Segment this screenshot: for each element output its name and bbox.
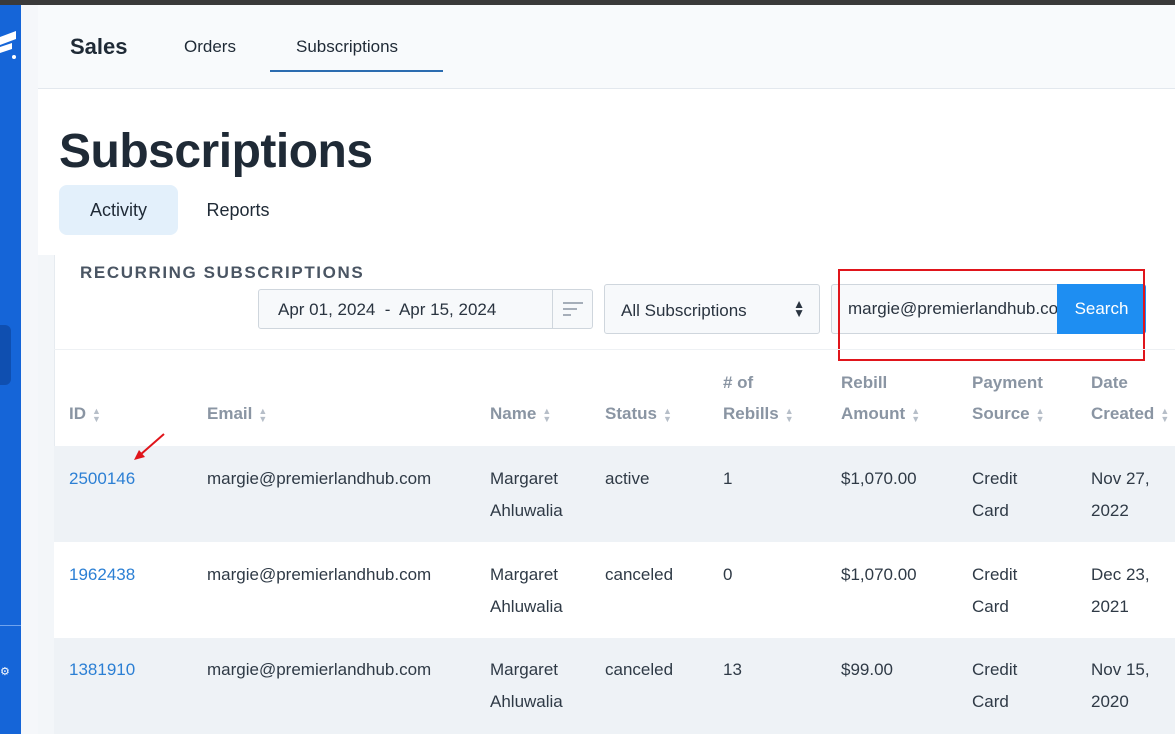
rebill-amount-cell: $99.00 [841,660,893,679]
table-row: 1381910 margie@premierlandhub.com Margar… [54,638,1175,734]
date-range-value: Apr 01, 2024 - Apr 15, 2024 [278,300,497,319]
column-header-label: Source [972,404,1030,423]
sort-arrows-icon[interactable]: ▲ ▼ [258,406,267,423]
table-top-divider [54,349,1175,350]
rebill-amount-cell: $1,070.00 [841,469,917,488]
payment-source-cell: Credit Card [972,559,1017,623]
sort-arrows-icon[interactable]: ▲ ▼ [1036,406,1045,423]
nav-tab-subscriptions[interactable]: Subscriptions [296,37,398,57]
name-cell: Margaret Ahluwalia [490,559,563,623]
subscription-filter-value: All Subscriptions [621,301,747,320]
column-header-label: # of [723,373,754,392]
sort-arrows-icon[interactable]: ▲ ▼ [92,406,101,423]
subscription-id-link[interactable]: 2500146 [69,463,135,495]
nav-brand[interactable]: Sales [70,34,128,60]
date-created-cell: Dec 23, 2021 [1091,559,1150,623]
column-header-label: ID [69,404,86,423]
date-created-line: 2021 [1091,597,1129,616]
date-range-picker[interactable]: Apr 01, 2024 - Apr 15, 2024 [258,289,593,329]
payment-source-line: Credit [972,565,1018,584]
payment-source-line: Card [972,692,1009,711]
sidebar-active-item[interactable] [0,325,11,385]
status-cell: active [605,469,650,488]
sort-arrows-icon[interactable]: ▲ ▼ [542,406,551,423]
sidebar-gutter [21,5,38,734]
name-first: Margaret [490,660,559,679]
rebill-amount-cell: $1,070.00 [841,565,917,584]
column-header-status[interactable]: Status ▲ ▼ [605,398,672,429]
column-header-label: Created [1091,404,1155,423]
payment-source-cell: Credit Card [972,463,1017,527]
table-row: 2500146 margie@premierlandhub.com Margar… [54,446,1175,542]
subscription-id-link[interactable]: 1962438 [69,559,135,591]
sort-arrows-icon[interactable]: ▲ ▼ [911,406,920,423]
rebills-cell: 0 [723,565,733,584]
sidebar-divider [0,625,21,626]
top-nav: Sales Orders Subscriptions [38,5,1175,89]
column-header-label: Rebill [841,373,888,392]
column-header-rebills[interactable]: # of Rebills ▲ ▼ [723,367,794,429]
date-created-cell: Nov 27, 2022 [1091,463,1150,527]
payment-source-line: Credit [972,660,1018,679]
date-created-cell: Nov 15, 2020 [1091,654,1150,718]
name-first: Margaret [490,469,559,488]
date-created-line: Nov 15, [1091,660,1150,679]
date-created-line: Dec 23, [1091,565,1150,584]
column-header-label: Rebills [723,404,779,423]
name-last: Ahluwalia [490,501,563,520]
name-last: Ahluwalia [490,692,563,711]
status-cell: canceled [605,565,674,584]
red-arrow-icon [134,433,165,460]
date-range-toggle[interactable] [552,290,592,328]
page-title: Subscriptions [59,125,373,178]
annotation-highlight-box [838,269,1145,361]
payment-source-line: Card [972,501,1009,520]
column-header-label: Email [207,404,253,423]
nav-active-underline [270,70,443,72]
column-header-label: Payment [972,373,1043,392]
date-created-line: Nov 27, [1091,469,1150,488]
column-header-label: Name [490,404,537,423]
email-cell: margie@premierlandhub.com [207,660,432,679]
name-last: Ahluwalia [490,597,563,616]
payment-source-cell: Credit Card [972,654,1017,718]
name-cell: Margaret Ahluwalia [490,463,563,527]
lines-icon [563,302,583,316]
subtab-reports[interactable]: Reports [190,185,286,235]
rebills-cell: 1 [723,469,733,488]
name-cell: Margaret Ahluwalia [490,654,563,718]
sidebar-settings-icon[interactable]: ⚙ [0,665,10,678]
column-header-rebill-amount[interactable]: Rebill Amount ▲ ▼ [841,367,920,429]
column-header-label: Status [605,404,657,423]
subtab-activity[interactable]: Activity [59,185,178,235]
name-first: Margaret [490,565,559,584]
subscription-id-link[interactable]: 1381910 [69,654,135,686]
subscription-filter-select[interactable]: All Subscriptions ▲ ▼ [604,284,820,334]
table-row: 1962438 margie@premierlandhub.com Margar… [54,542,1175,638]
payment-source-line: Card [972,597,1009,616]
sort-arrows-icon: ▲ ▼ [793,297,805,320]
email-cell: margie@premierlandhub.com [207,469,432,488]
sort-arrows-icon[interactable]: ▲ ▼ [1160,406,1169,423]
column-header-email[interactable]: Email ▲ ▼ [207,398,267,429]
column-header-id[interactable]: ID ▲ ▼ [69,398,101,429]
app-logo-icon[interactable] [0,29,18,63]
sort-arrows-icon[interactable]: ▲ ▼ [785,406,794,423]
app-sidebar: ⚙ [0,5,21,734]
column-header-label: Amount [841,404,906,423]
column-header-date-created[interactable]: Date Created ▲ ▼ [1091,367,1169,429]
sort-arrows-icon[interactable]: ▲ ▼ [663,406,672,423]
status-cell: canceled [605,660,674,679]
payment-source-line: Credit [972,469,1018,488]
section-label: RECURRING SUBSCRIPTIONS [80,263,365,282]
column-header-name[interactable]: Name ▲ ▼ [490,398,551,429]
date-created-line: 2020 [1091,692,1129,711]
column-header-label: Date [1091,373,1128,392]
column-header-payment-source[interactable]: Payment Source ▲ ▼ [972,367,1045,429]
rebills-cell: 13 [723,660,742,679]
date-created-line: 2022 [1091,501,1129,520]
email-cell: margie@premierlandhub.com [207,565,432,584]
nav-tab-orders[interactable]: Orders [184,37,236,57]
